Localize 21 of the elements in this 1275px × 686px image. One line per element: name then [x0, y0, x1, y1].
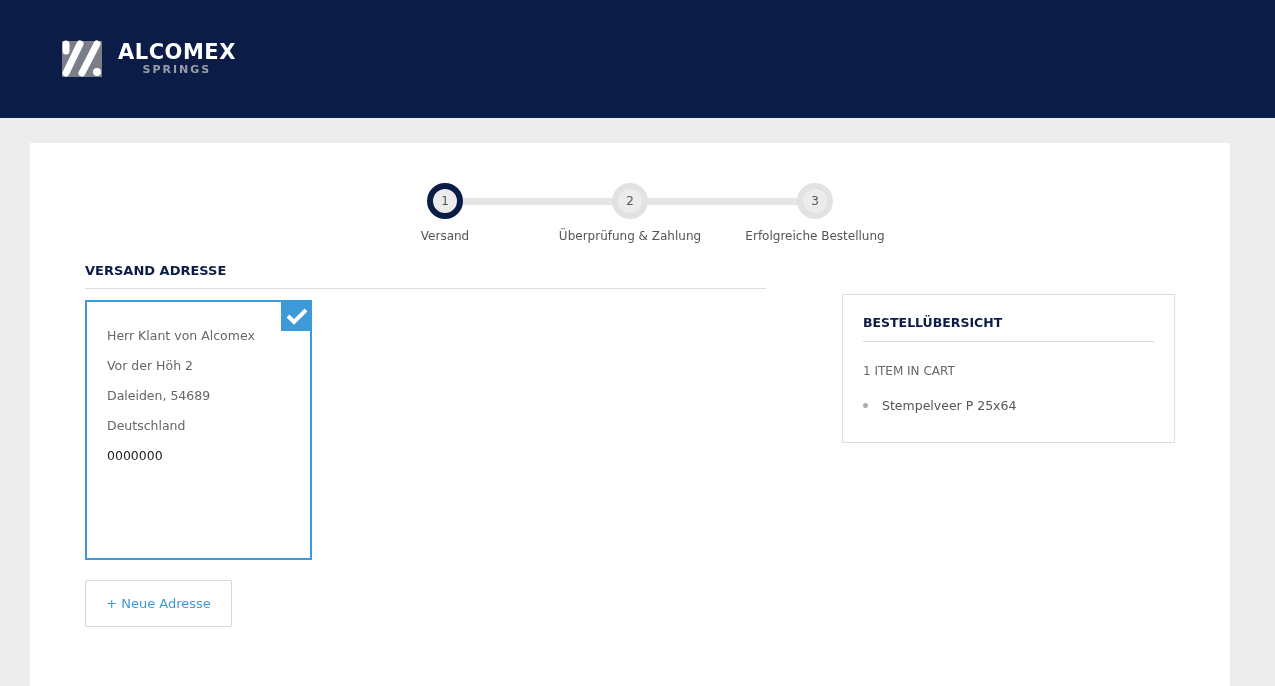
phone-number: 0000000 — [107, 448, 164, 463]
step-label: Überprüfung & Zahlung — [558, 229, 702, 243]
cart-count: 1 ITEM IN CART — [863, 364, 956, 378]
step-label: Versand — [420, 229, 470, 243]
address-line: Deutschland — [107, 418, 187, 433]
step-circle[interactable]: 2 — [612, 183, 648, 219]
step-circle[interactable]: 1 — [427, 183, 463, 219]
bullet-icon — [863, 403, 868, 408]
address-line: Daleiden, 54689 — [107, 388, 212, 403]
logo-icon — [60, 39, 104, 79]
summary-heading: BESTELLÜBERSICHT — [863, 315, 1154, 342]
check-icon — [281, 300, 312, 331]
address-line: Herr Klant von Alcomex — [107, 328, 256, 343]
brand-tagline: SPRINGS — [142, 63, 212, 77]
address-card[interactable]: Herr Klant von Alcomex Vor der Höh 2 Daleiden, 54689 Deutschland 0000000 — [85, 300, 312, 560]
section-heading: VERSAND ADRESSE — [85, 263, 766, 289]
cart-item: Stempelveer P 25x64 — [882, 398, 1017, 413]
address-line: Vor der Höh 2 — [107, 358, 194, 373]
step-label: Erfolgreiche Bestellung — [745, 229, 885, 243]
brand-name: ALCOMEX — [118, 41, 236, 63]
step-circle[interactable]: 3 — [797, 183, 833, 219]
